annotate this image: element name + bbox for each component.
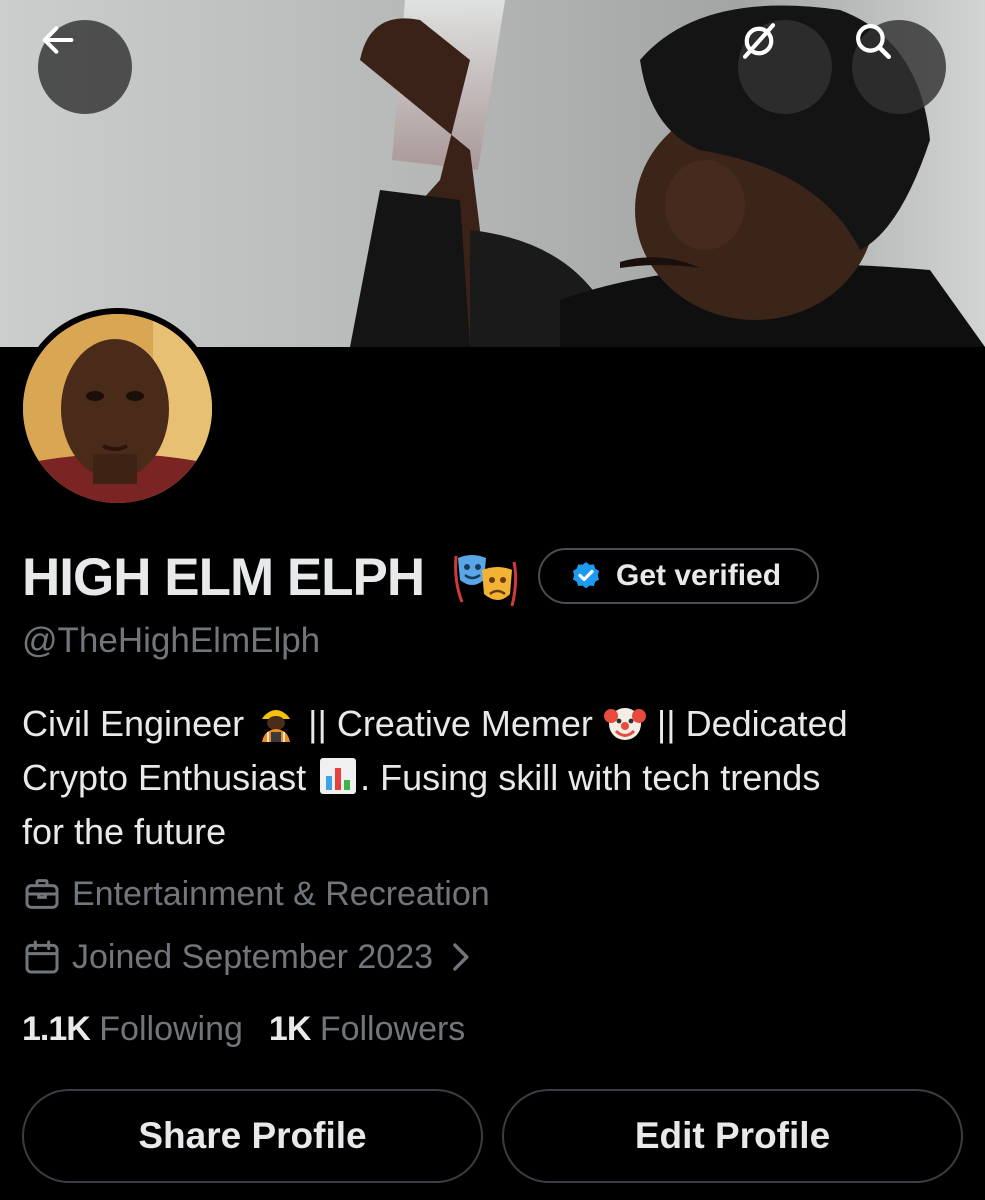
joined-label: Joined September 2023 <box>72 937 434 976</box>
profile-banner[interactable] <box>0 0 985 347</box>
bio-text: for the future <box>22 811 227 852</box>
share-profile-button[interactable]: Share Profile <box>22 1089 483 1183</box>
category-label: Entertainment & Recreation <box>72 874 490 913</box>
following-label: Following <box>99 1010 243 1048</box>
back-button[interactable] <box>38 20 132 114</box>
followers-count: 1K <box>268 1010 311 1048</box>
bio-line-1: Civil Engineer || Creative Memer || Dedi… <box>22 697 962 751</box>
bio-line-3: for the future <box>22 805 962 859</box>
avatar[interactable] <box>17 308 218 509</box>
followers-link[interactable]: 1K Followers <box>269 1010 465 1049</box>
get-verified-label: Get verified <box>616 559 782 592</box>
performing-arts-emoji <box>454 555 518 607</box>
construction-worker-emoji <box>262 710 291 742</box>
profile-bio: Civil Engineer || Creative Memer || Dedi… <box>22 697 962 859</box>
joined-date-row[interactable]: Joined September 2023 <box>22 937 473 977</box>
search-icon <box>856 24 892 60</box>
bio-text: || Dedicated <box>646 703 848 744</box>
avatar-photo <box>23 314 212 503</box>
search-button[interactable] <box>852 20 946 114</box>
arrow-left-icon <box>42 26 74 54</box>
bar-chart-emoji <box>320 758 357 794</box>
bio-text: Crypto Enthusiast <box>22 757 317 798</box>
followers-label: Followers <box>319 1010 466 1048</box>
clown-face-emoji <box>603 708 646 740</box>
banner-photo <box>0 0 985 347</box>
calendar-icon <box>25 940 59 974</box>
verified-badge-icon <box>572 562 600 589</box>
bio-text: . Fusing skill with tech trends <box>360 757 821 798</box>
display-name: HIGH ELM ELPH <box>22 548 425 607</box>
grok-icon <box>742 23 776 59</box>
user-handle: @TheHighElmElph <box>22 621 321 660</box>
bio-line-2: Crypto Enthusiast . Fusing skill with te… <box>22 751 962 805</box>
edit-profile-button[interactable]: Edit Profile <box>502 1089 963 1183</box>
following-count: 1.1K <box>22 1010 91 1048</box>
bio-text: Civil Engineer <box>22 703 255 744</box>
follow-stats: 1.1K Following 1K Followers <box>22 1010 491 1049</box>
following-link[interactable]: 1.1K Following <box>22 1010 243 1049</box>
get-verified-button[interactable]: Get verified <box>538 548 819 604</box>
profile-category: Entertainment & Recreation <box>22 874 490 914</box>
bio-text: || Creative Memer <box>298 703 603 744</box>
chevron-right-icon <box>453 943 469 971</box>
briefcase-icon <box>25 879 59 909</box>
grok-button[interactable] <box>738 20 832 114</box>
